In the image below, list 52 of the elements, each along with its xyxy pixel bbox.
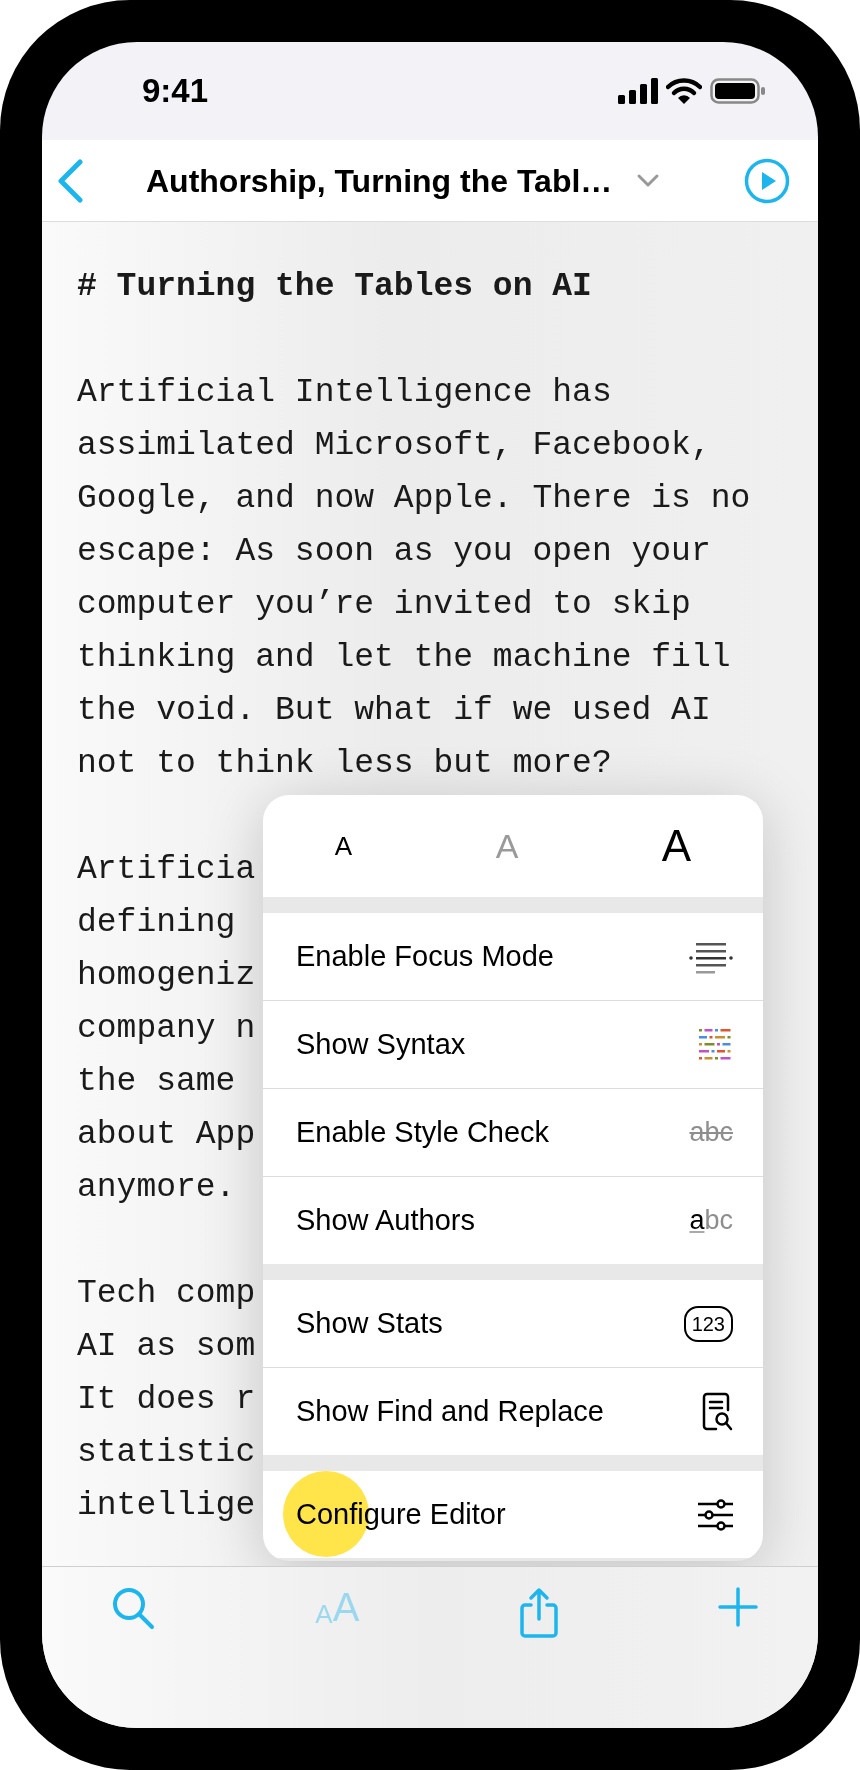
search-button[interactable] (112, 1587, 156, 1631)
syntax-colors-icon (699, 1028, 733, 1061)
play-icon (744, 157, 790, 204)
chevron-down-icon (636, 172, 661, 189)
text-line: intellige (77, 1486, 256, 1526)
back-icon (56, 158, 86, 203)
font-size-button[interactable]: A (324, 833, 363, 859)
plus-icon (717, 1587, 758, 1627)
search-icon (112, 1587, 156, 1631)
author-text-icon: abc (689, 1200, 733, 1241)
text-line: Artificial Intelligence has (77, 373, 612, 413)
share-icon (518, 1587, 559, 1639)
signal-icon (618, 78, 658, 104)
document-title: Authorship, Turning the Tabl… (146, 161, 613, 201)
document-heading: # Turning the Tables on AI (77, 267, 592, 307)
font-size-button[interactable]: A (651, 824, 702, 868)
text-line: anymore. (77, 1168, 236, 1208)
text-line: defining (77, 903, 236, 943)
text-line: the void. But what if we used AI (77, 691, 711, 731)
text-line: Tech comp (77, 1274, 256, 1314)
menu-item[interactable]: Enable Style Check abc (263, 1089, 763, 1176)
text-line: Google, and now Apple. There is no (77, 479, 751, 519)
menu-item[interactable]: Enable Focus Mode (263, 913, 763, 1000)
share-button[interactable] (518, 1587, 559, 1639)
text-line: about App (77, 1115, 256, 1155)
strikethrough-text-icon: abc (689, 1112, 733, 1153)
add-button[interactable] (717, 1587, 758, 1627)
text-line: thinking and let the machine fill (77, 638, 731, 678)
play-button[interactable] (744, 157, 790, 204)
title-menu-button[interactable] (636, 172, 661, 189)
status-time: 9:41 (142, 71, 209, 112)
battery-icon (710, 78, 766, 104)
text-line: statistic (77, 1433, 256, 1473)
menu-item[interactable]: Show Syntax (263, 1001, 763, 1088)
menu-item[interactable]: Show Find and Replace (263, 1368, 763, 1455)
text-line: Artificia (77, 850, 256, 890)
numbers-icon: 123 (683, 1305, 733, 1342)
text-line: the same (77, 1062, 236, 1102)
menu-item[interactable]: Show Stats 123 (263, 1280, 763, 1367)
document-search-icon (701, 1391, 733, 1432)
text-line: computer you’re invited to skip (77, 585, 691, 625)
text-line: assimilated Microsoft, Facebook, (77, 426, 711, 466)
sliders-icon (697, 1498, 733, 1531)
menu-item[interactable]: Show Authors abc (263, 1177, 763, 1264)
text-line: company n (77, 1009, 256, 1049)
text-line: escape: As soon as you open your (77, 532, 711, 572)
text-line: It does r (77, 1380, 256, 1420)
wifi-icon (666, 78, 702, 104)
text-line: homogeniz (77, 956, 256, 996)
text-line: AI as som (77, 1327, 256, 1367)
back-button[interactable] (56, 158, 86, 203)
text-line: not to think less but more? (77, 744, 612, 784)
